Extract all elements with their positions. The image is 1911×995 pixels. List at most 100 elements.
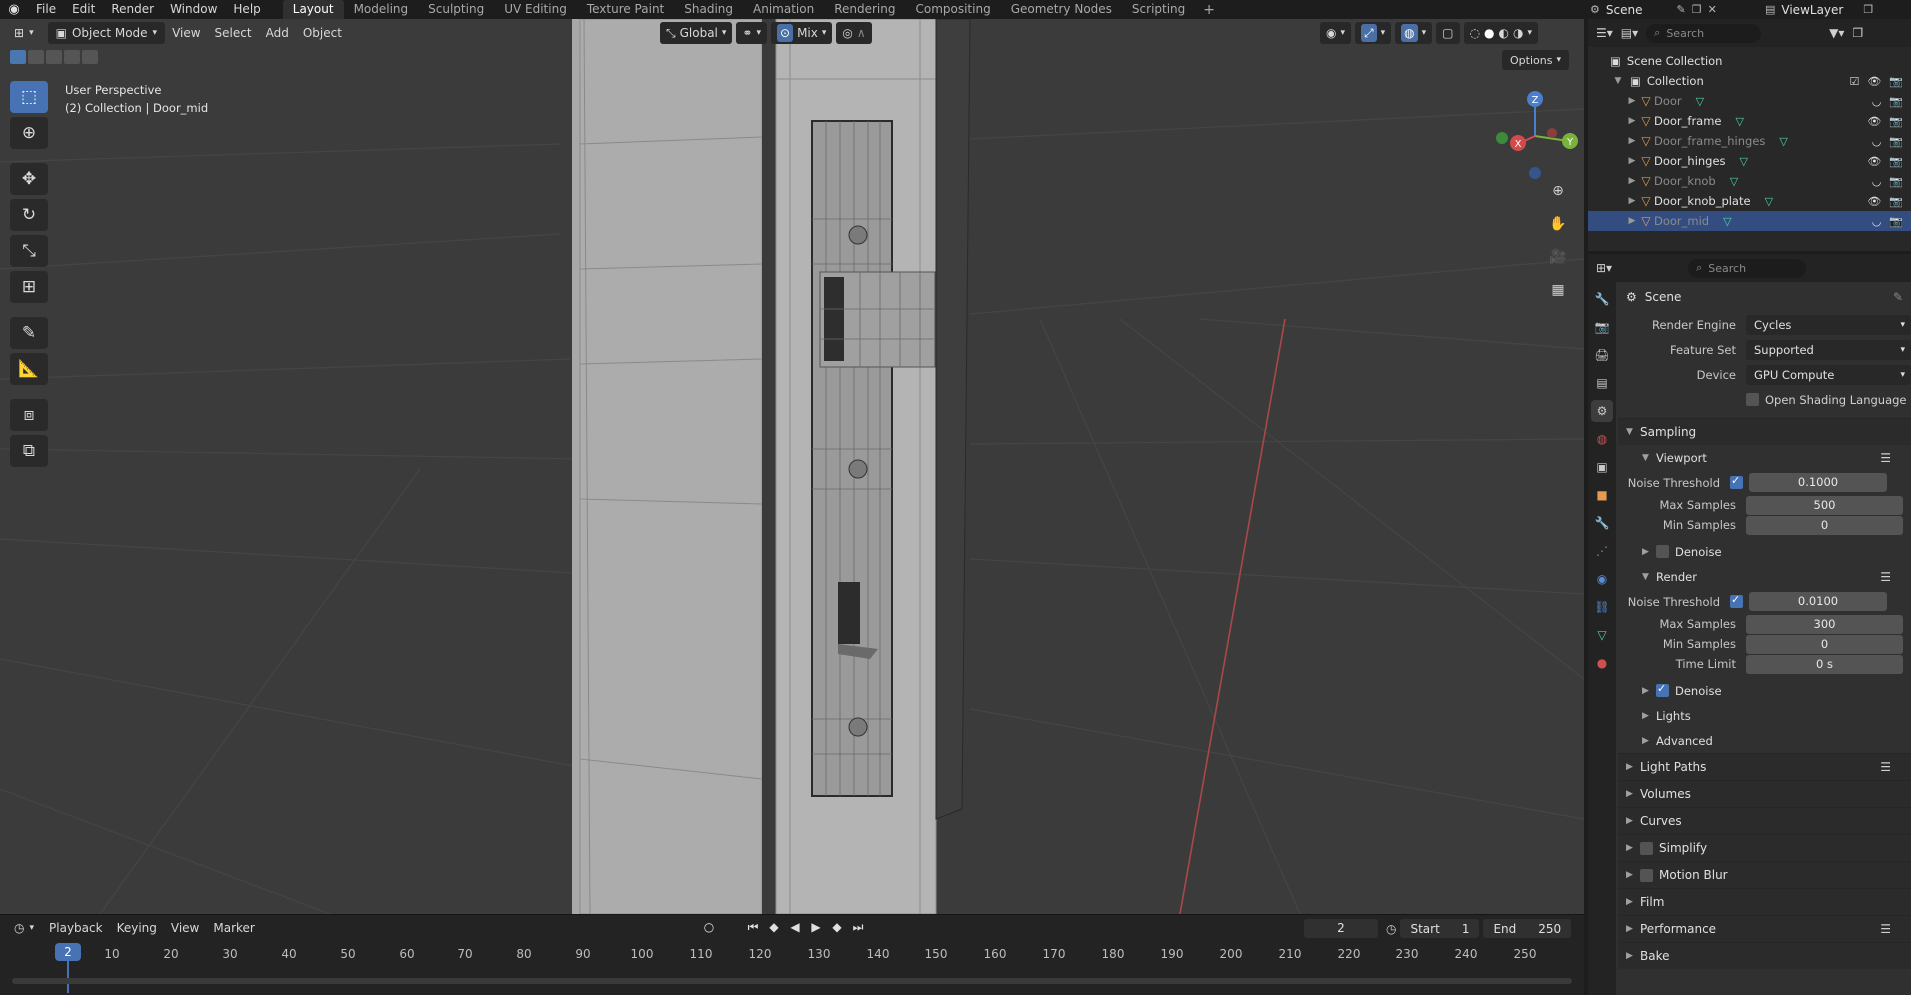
add-cube-tool-icon[interactable]: ⧈ bbox=[10, 399, 48, 431]
outliner-scene-collection[interactable]: ▣ Scene Collection bbox=[1588, 51, 1911, 71]
camera-icon[interactable]: 📷 bbox=[1889, 115, 1903, 128]
prev-keyframe-icon[interactable]: ◆ bbox=[765, 918, 783, 936]
world-tab-icon[interactable]: ◍ bbox=[1591, 428, 1613, 450]
select-new-icon[interactable] bbox=[10, 50, 26, 64]
menu-edit[interactable]: Edit bbox=[64, 0, 103, 19]
outliner-item-door-knob-plate[interactable]: ▶ ▽ Door_knob_plate ▽ 👁 📷 bbox=[1588, 191, 1911, 211]
chevron-right-icon[interactable]: ▶ bbox=[1626, 196, 1638, 206]
material-shading-icon[interactable]: ◐ bbox=[1498, 26, 1508, 40]
move-tool-icon[interactable]: ✥ bbox=[10, 163, 48, 195]
shading-modes[interactable]: ◌ ● ◐ ◑ ▾ bbox=[1463, 22, 1538, 44]
gizmo-neg-y-icon[interactable] bbox=[1496, 132, 1508, 144]
tab-compositing[interactable]: Compositing bbox=[905, 0, 1000, 19]
viewport-noise-threshold-field[interactable]: 0.1000 bbox=[1749, 473, 1887, 492]
visibility-dropdown[interactable]: ◉ ▾ bbox=[1320, 22, 1352, 44]
orientation-dropdown[interactable]: ⤡ Global ▾ bbox=[660, 22, 733, 44]
current-frame-field[interactable]: 2 bbox=[1304, 919, 1378, 938]
scene-tab-icon[interactable]: ⚙ bbox=[1591, 400, 1613, 422]
view-layer-selector[interactable]: ▤ ViewLayer ❐ bbox=[1765, 0, 1911, 19]
view-layer-tab-icon[interactable]: ▤ bbox=[1591, 372, 1613, 394]
select-extend-icon[interactable] bbox=[28, 50, 44, 64]
chevron-down-icon[interactable]: ▼ bbox=[1612, 76, 1624, 86]
snap-toggle-icon[interactable]: ⊙ bbox=[777, 24, 794, 42]
collection-tab-icon[interactable]: ▣ bbox=[1591, 456, 1613, 478]
scene-name[interactable]: Scene bbox=[1606, 3, 1643, 17]
tab-sculpting[interactable]: Sculpting bbox=[418, 0, 494, 19]
pin-icon[interactable]: ✎ bbox=[1676, 3, 1685, 16]
snap-dropdown[interactable]: ⊙ Mix ▾ bbox=[771, 22, 833, 44]
pivot-dropdown[interactable]: ⚭ ▾ bbox=[736, 22, 768, 44]
outliner-editor-type-icon[interactable]: ☰▾ bbox=[1596, 26, 1613, 40]
properties-search-input[interactable]: ⌕ Search bbox=[1688, 258, 1807, 278]
checkbox-icon[interactable]: ☑ bbox=[1849, 75, 1859, 88]
render-noise-threshold-checkbox[interactable] bbox=[1730, 593, 1743, 608]
tab-layout[interactable]: Layout bbox=[282, 0, 344, 19]
viewport-menu-view[interactable]: View bbox=[165, 26, 207, 40]
curves-section[interactable]: ▶ Curves bbox=[1618, 807, 1911, 834]
eye-closed-icon[interactable]: ◡ bbox=[1872, 215, 1882, 228]
record-icon[interactable]: ○ bbox=[700, 918, 718, 936]
presets-list-icon[interactable]: ☰ bbox=[1880, 760, 1891, 774]
scene-selector[interactable]: ⚙ Scene ✎ ❐ ✕ bbox=[1590, 0, 1730, 19]
playhead[interactable]: 2 bbox=[55, 943, 81, 961]
blender-logo-icon[interactable]: ◉ bbox=[0, 2, 28, 17]
transform-tool-icon[interactable]: ⊞ bbox=[10, 271, 48, 303]
bake-section[interactable]: ▶ Bake bbox=[1618, 942, 1911, 969]
sampling-section[interactable]: ▼ Sampling bbox=[1618, 418, 1911, 445]
chevron-right-icon[interactable]: ▶ bbox=[1626, 136, 1638, 146]
overlay-toggle[interactable]: ◍ ▾ bbox=[1395, 22, 1433, 44]
camera-icon[interactable]: 📷 bbox=[1889, 175, 1903, 188]
navigation-gizmo[interactable]: Z Y X bbox=[1490, 81, 1580, 191]
frame-ruler[interactable]: 10 20 30 40 50 60 70 80 90 100 110 120 1… bbox=[0, 943, 1584, 965]
xray-toggle[interactable]: ▢ bbox=[1436, 22, 1460, 44]
tab-uv-editing[interactable]: UV Editing bbox=[494, 0, 577, 19]
osl-checkbox[interactable] bbox=[1746, 393, 1759, 406]
chevron-right-icon[interactable]: ▶ bbox=[1626, 156, 1638, 166]
outliner-item-door-hinges[interactable]: ▶ ▽ Door_hinges ▽ 👁 📷 bbox=[1588, 151, 1911, 171]
new-scene-icon[interactable]: ❐ bbox=[1692, 3, 1702, 16]
simplify-section[interactable]: ▶ Simplify bbox=[1618, 834, 1911, 861]
properties-editor-type-icon[interactable]: ⊞▾ bbox=[1596, 261, 1612, 275]
tab-shading[interactable]: Shading bbox=[674, 0, 743, 19]
tab-geometry-nodes[interactable]: Geometry Nodes bbox=[1001, 0, 1122, 19]
simplify-checkbox[interactable] bbox=[1640, 841, 1653, 855]
select-subtract-icon[interactable] bbox=[46, 50, 62, 64]
eye-closed-icon[interactable]: ◡ bbox=[1872, 175, 1882, 188]
device-dropdown[interactable]: GPU Compute ▾ bbox=[1746, 364, 1911, 385]
presets-list-icon[interactable]: ☰ bbox=[1880, 922, 1891, 936]
tab-animation[interactable]: Animation bbox=[743, 0, 824, 19]
outliner-item-door-knob[interactable]: ▶ ▽ Door_knob ▽ ◡ 📷 bbox=[1588, 171, 1911, 191]
pin-icon[interactable]: ✎ bbox=[1893, 290, 1903, 304]
pan-hand-icon[interactable]: ✋ bbox=[1546, 212, 1570, 236]
camera-icon[interactable]: 📷 bbox=[1889, 135, 1903, 148]
viewport-menu-add[interactable]: Add bbox=[259, 26, 296, 40]
options-button[interactable]: Options ▾ bbox=[1502, 50, 1569, 70]
extrude-tool-icon[interactable]: ⧉ bbox=[10, 435, 48, 467]
viewport-min-samples-field[interactable]: 0 bbox=[1746, 515, 1903, 535]
chevron-right-icon[interactable]: ▶ bbox=[1626, 176, 1638, 186]
add-workspace-plus-icon[interactable]: + bbox=[1195, 2, 1223, 18]
rotate-tool-icon[interactable]: ↻ bbox=[10, 199, 48, 231]
render-engine-dropdown[interactable]: Cycles ▾ bbox=[1746, 314, 1911, 335]
outliner-item-door-mid[interactable]: ▶ ▽ Door_mid ▽ ◡ 📷 bbox=[1588, 211, 1911, 231]
tab-rendering[interactable]: Rendering bbox=[824, 0, 905, 19]
filter-icon[interactable]: ▼▾ bbox=[1829, 26, 1844, 40]
editor-type-button[interactable]: ⊞ ▾ bbox=[6, 22, 42, 44]
outliner-search-input[interactable]: ⌕ Search bbox=[1646, 23, 1762, 43]
menu-render[interactable]: Render bbox=[103, 0, 162, 19]
eye-icon[interactable]: 👁 bbox=[1867, 155, 1881, 168]
tool-tab-icon[interactable]: 🔧 bbox=[1591, 288, 1613, 310]
delete-scene-icon[interactable]: ✕ bbox=[1708, 3, 1717, 16]
timeline-editor-type-button[interactable]: ◷ ▾ bbox=[6, 917, 42, 939]
view-layer-name[interactable]: ViewLayer bbox=[1781, 3, 1843, 17]
render-tab-icon[interactable]: 📷 bbox=[1591, 316, 1613, 338]
film-section[interactable]: ▶ Film bbox=[1618, 888, 1911, 915]
outliner-collection[interactable]: ▼ ▣ Collection ☑ 👁 📷 bbox=[1588, 71, 1911, 91]
viewport-subsection[interactable]: ▼ Viewport ☰ bbox=[1618, 445, 1911, 470]
output-tab-icon[interactable]: 🖨 bbox=[1591, 344, 1613, 366]
camera-icon[interactable]: 📷 bbox=[1889, 75, 1903, 88]
motion-blur-checkbox[interactable] bbox=[1640, 868, 1653, 882]
render-denoise-checkbox[interactable] bbox=[1656, 682, 1669, 697]
viewport-denoise-subsection[interactable]: ▶ Denoise bbox=[1618, 539, 1911, 564]
gizmo-toggle[interactable]: ⤢ ▾ bbox=[1355, 22, 1392, 44]
